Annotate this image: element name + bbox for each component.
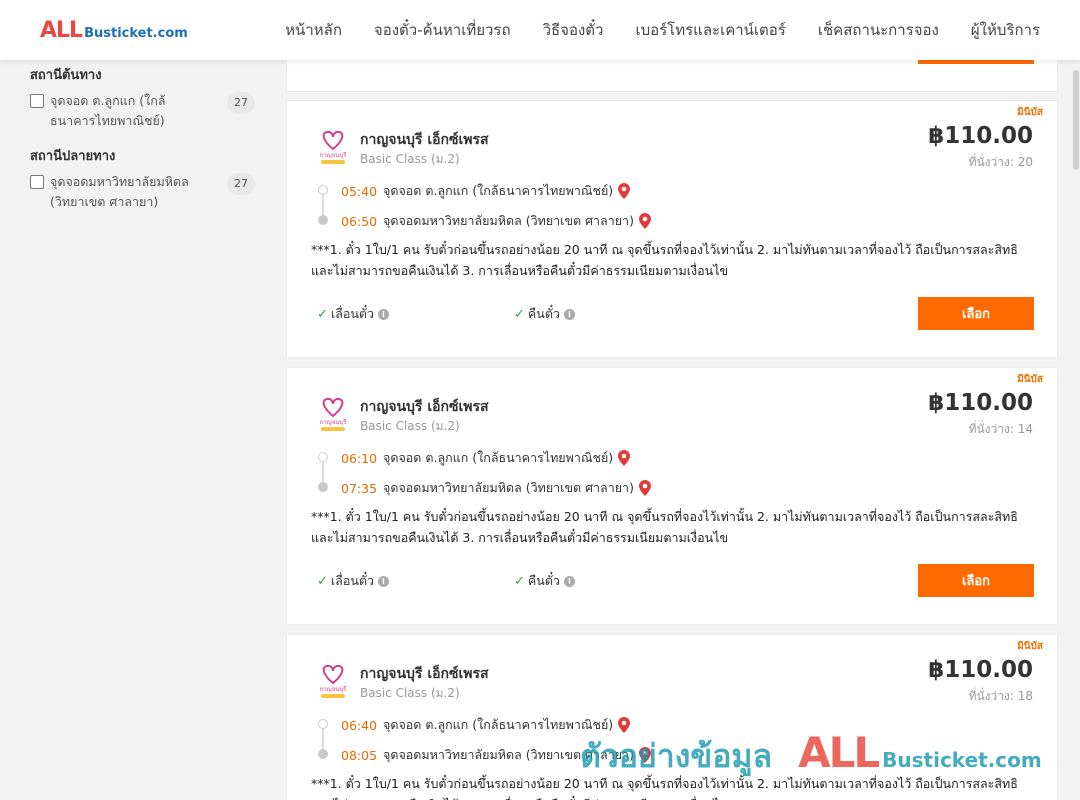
select-button[interactable]: เลือก [918,297,1034,330]
info-icon[interactable]: i [563,308,575,320]
svg-text:กาญจนบุรี: กาญจนบุรี [320,151,348,159]
arrival-dot [318,482,328,492]
origin-option-count: 27 [227,92,255,114]
ticket-notice: ***1. ตั๋ว 1ใบ/1 คน รับตั๋วก่อนขึ้นรถอย่… [311,776,1018,800]
check-icon: ✓ [514,573,525,589]
departure-dot [318,185,328,195]
operator-name: กาญจนบุรี เอ็กซ์เพรส [360,132,489,148]
logo-all-text: ALL [40,18,83,43]
nav-check-booking[interactable]: เช็คสถานะการจอง [818,18,939,42]
refund-policy: ✓ คืนตั๋ว i [514,571,575,591]
origin-filter-title: สถานีต้นทาง [30,68,102,83]
operator-name: กาญจนบุรี เอ็กซ์เพรส [360,399,489,415]
departure-stop: จุดจอด ต.ลูกแก (ใกล้ธนาคารไทยพาณิชย์) [383,183,614,198]
arrival-stop: จุดจอดมหาวิทยาลัยมหิดล (วิทยาเขต ศาลายา) [383,213,634,228]
arrival-dot [318,749,328,759]
svg-text:กาญจนบุรี: กาญจนบุรี [320,418,348,426]
filter-sidebar: สถานีต้นทาง จุดจอด ต.ลูกแก (ใกล้ธนาคารไท… [30,60,255,226]
bus-class: Basic Class (ม.2) [360,152,460,166]
refund-policy-label: คืนตั๋ว [527,573,560,588]
scrollbar-thumb[interactable] [1073,70,1079,170]
ticket-notice: ***1. ตั๋ว 1ใบ/1 คน รับตั๋วก่อนขึ้นรถอย่… [311,509,1018,545]
change-policy-label: เลื่อนตั๋ว [330,306,375,321]
result-card: มินิบัส กาญจนบุรี กาญจนบุรี เอ็กซ์เพรส B… [286,634,1058,800]
departure-row: 06:10 จุดจอด ต.ลูกแก (ใกล้ธนาคารไทยพาณิช… [341,448,631,468]
site-logo[interactable]: ALL Busticket.com [40,18,188,43]
nav-how-to-book[interactable]: วิธีจองตั๋ว [543,18,604,42]
departure-time: 06:10 [341,450,378,466]
nav-book-search[interactable]: จองตั๋ว-ค้นหาเที่ยวรถ [374,18,511,42]
arrival-stop: จุดจอดมหาวิทยาลัยมหิดล (วิทยาเขต ศาลายา) [383,480,634,495]
arrival-dot [318,215,328,225]
operator-name: กาญจนบุรี เอ็กซ์เพรส [360,666,489,682]
nav-operators[interactable]: ผู้ให้บริการ [971,18,1040,42]
arrival-row: 07:35 จุดจอดมหาวิทยาลัยมหิดล (วิทยาเขต ศ… [341,478,651,498]
arrival-row: 08:05 จุดจอดมหาวิทยาลัยมหิดล (วิทยาเขต ศ… [341,745,651,765]
departure-stop: จุดจอด ต.ลูกแก (ใกล้ธนาคารไทยพาณิชย์) [383,717,614,732]
seats-available: ที่นั่งว่าง: 14 [968,422,1033,436]
logo-rest-text: Busticket.com [84,26,188,41]
bus-type-badge: มินิบัส [1017,374,1043,385]
arrival-time: 07:35 [341,480,378,496]
bus-class: Basic Class (ม.2) [360,419,460,433]
destination-filter-title: สถานีปลายทาง [30,149,116,164]
bus-type-badge: มินิบัส [1017,107,1043,118]
ticket-price: ฿110.00 [928,123,1033,149]
ticket-price: ฿110.00 [928,657,1033,683]
ticket-notice: ***1. ตั๋ว 1ใบ/1 คน รับตั๋วก่อนขึ้นรถอย่… [311,242,1018,278]
departure-row: 06:40 จุดจอด ต.ลูกแก (ใกล้ธนาคารไทยพาณิช… [341,715,631,735]
nav-phone-counters[interactable]: เบอร์โทรและเคาน์เตอร์ [635,18,785,42]
main-nav: หน้าหลัก จองตั๋ว-ค้นหาเที่ยวรถ วิธีจองตั… [285,0,1040,60]
destination-filter-option[interactable]: จุดจอดมหาวิทยาลัยมหิดล (วิทยาเขต ศาลายา)… [30,173,255,212]
arrival-time: 08:05 [341,747,378,763]
arrival-stop: จุดจอดมหาวิทยาลัยมหิดล (วิทยาเขต ศาลายา) [383,747,634,762]
change-policy-label: เลื่อนตั๋ว [330,573,375,588]
info-icon[interactable]: i [563,575,575,587]
map-pin-icon[interactable] [618,717,631,733]
arrival-row: 06:50 จุดจอดมหาวิทยาลัยมหิดล (วิทยาเขต ศ… [341,211,651,231]
nav-home[interactable]: หน้าหลัก [285,18,342,42]
page-scrollbar[interactable] [1072,60,1080,800]
operator-logo-icon: กาญจนบุรี [320,130,348,164]
departure-time: 06:40 [341,717,378,733]
departure-dot [318,452,328,462]
departure-dot [318,719,328,729]
origin-checkbox[interactable] [30,94,44,108]
departure-stop: จุดจอด ต.ลูกแก (ใกล้ธนาคารไทยพาณิชย์) [383,450,614,465]
bus-class: Basic Class (ม.2) [360,686,460,700]
result-card: มินิบัส กาญจนบุรี กาญจนบุรี เอ็กซ์เพรส B… [286,367,1058,625]
seats-available: ที่นั่งว่าง: 20 [968,155,1033,169]
map-pin-icon[interactable] [638,480,651,496]
operator-logo-icon: กาญจนบุรี [320,397,348,431]
arrival-time: 06:50 [341,213,378,229]
map-pin-icon[interactable] [638,747,651,763]
destination-option-count: 27 [227,173,255,195]
map-pin-icon[interactable] [618,183,631,199]
departure-time: 05:40 [341,183,378,199]
result-card: มินิบัส กาญจนบุรี กาญจนบุรี เอ็กซ์เพรส B… [286,100,1058,358]
ticket-price: ฿110.00 [928,390,1033,416]
change-policy: ✓ เลื่อนตั๋ว i [317,571,390,591]
origin-option-label: จุดจอด ต.ลูกแก (ใกล้ธนาคารไทยพาณิชย์) [50,93,166,128]
check-icon: ✓ [514,306,525,322]
bus-type-badge: มินิบัส [1017,641,1043,652]
check-icon: ✓ [317,573,328,589]
info-icon[interactable]: i [378,575,390,587]
destination-option-label: จุดจอดมหาวิทยาลัยมหิดล (วิทยาเขต ศาลายา) [50,174,189,209]
site-header: ALL Busticket.com หน้าหลัก จองตั๋ว-ค้นหา… [0,0,1080,60]
check-icon: ✓ [317,306,328,322]
destination-checkbox[interactable] [30,175,44,189]
svg-text:กาญจนบุรี: กาญจนบุรี [320,685,348,693]
departure-row: 05:40 จุดจอด ต.ลูกแก (ใกล้ธนาคารไทยพาณิช… [341,181,631,201]
refund-policy: ✓ คืนตั๋ว i [514,304,575,324]
refund-policy-label: คืนตั๋ว [527,306,560,321]
origin-filter-option[interactable]: จุดจอด ต.ลูกแก (ใกล้ธนาคารไทยพาณิชย์) 27 [30,92,255,131]
change-policy: ✓ เลื่อนตั๋ว i [317,304,390,324]
map-pin-icon[interactable] [638,213,651,229]
map-pin-icon[interactable] [618,450,631,466]
seats-available: ที่นั่งว่าง: 18 [968,689,1033,703]
select-button[interactable]: เลือก [918,564,1034,597]
info-icon[interactable]: i [378,308,390,320]
operator-logo-icon: กาญจนบุรี [320,664,348,698]
